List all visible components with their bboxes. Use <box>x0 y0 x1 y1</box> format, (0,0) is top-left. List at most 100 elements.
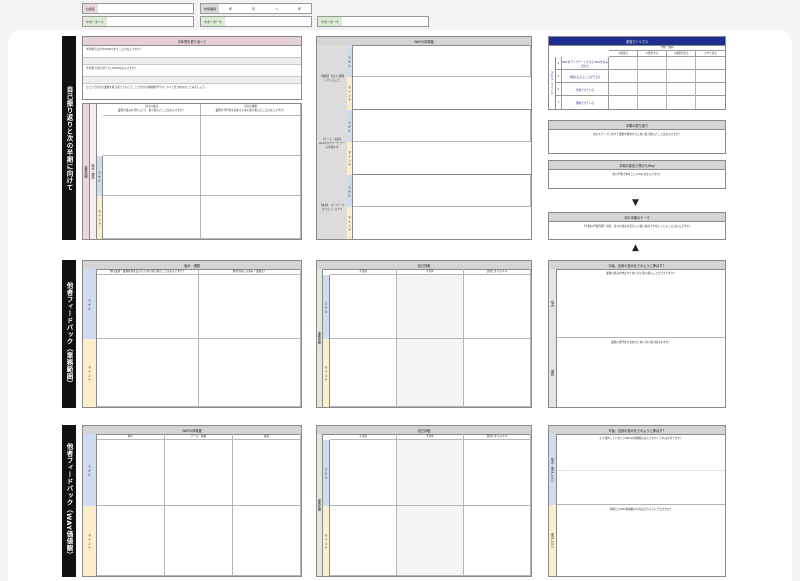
way-group-1: 【挑戦】 新たに挑戦していること <box>317 45 347 110</box>
matrix-row3-c4[interactable] <box>696 83 725 96</box>
next-theme-q[interactable]: 【半期の行動目標】今後、自分の強みを活かした取り組みで大切にしたいことはなんです… <box>549 222 725 230</box>
matrix-row1-c3[interactable] <box>667 57 696 70</box>
grown-way-box: 半期の成長で伸びたWay 次の半期で伸ばしたいWayはなんですか？ <box>548 160 726 189</box>
s2-strength-panel: 強み・課題 ス キ ル マ イ ン ド 他の業務・業務範囲を広げるために取り組む… <box>82 260 302 408</box>
s3-mid-cell-3[interactable] <box>464 440 531 506</box>
period-year: 年 <box>229 6 233 11</box>
way3-cell-skill[interactable] <box>353 175 531 207</box>
supporter3-field[interactable]: サポーター③ <box>317 16 429 27</box>
matrix-row1-text: WAYをアップデートできる WAYを生み出せる <box>562 57 609 70</box>
way3-cell-mind[interactable] <box>353 207 531 239</box>
period-label: 対象期間 <box>201 4 220 13</box>
grown-way-title: 半期の成長で伸びたWay <box>549 161 725 170</box>
way1-cell-mind[interactable] <box>353 77 531 110</box>
matrix-row3-c2[interactable] <box>638 83 667 96</box>
s3-mid-cell-1[interactable] <box>330 440 397 506</box>
s2-mid-cell-6[interactable] <box>464 339 531 407</box>
s3-cell-1[interactable] <box>97 440 165 506</box>
strength-cell-3[interactable] <box>103 156 201 196</box>
strength-cell-4[interactable] <box>201 156 301 196</box>
half-review-q[interactable]: 次のステップに向けて課題を解決するために取り組んだことはなんですか？ <box>549 130 725 138</box>
s3-future-q2[interactable]: 仲間とのWAY価値観の共有はどのようにできますか？ <box>557 505 725 576</box>
reflection-panel: 半年間を振り返って 半年間で自分がWOWされたことはなんですか？ 半年間で自分が… <box>82 36 302 100</box>
s3-way-panel: WAYの体現度 ス キ ル マ イ ン ド 個人 チーム・組織 進化 <box>82 425 302 577</box>
s2-mid-cell-3[interactable] <box>464 275 531 339</box>
s2-future-q2[interactable]: 業務の専門性を高めるために何に取り組みますか？ <box>557 338 725 407</box>
matrix-row1-c4[interactable] <box>696 57 725 70</box>
strength-col1-q: 業務の強みを活かしたり、取り組んだことはなんですか？ <box>117 109 186 112</box>
matrix-row2-c3[interactable] <box>667 70 696 83</box>
matrix-row3-c3[interactable] <box>667 83 696 96</box>
s2-cell-4[interactable] <box>199 339 301 407</box>
matrix-row3-text: 行動できている <box>562 83 609 96</box>
s2-cell-1[interactable] <box>97 275 199 339</box>
employee-name-label: 社員名 <box>83 4 99 13</box>
s2-mid-cell-2[interactable] <box>397 275 464 339</box>
s3-mid-cell-4[interactable] <box>330 506 397 576</box>
s2-cell-2[interactable] <box>199 275 301 339</box>
reflection-q3[interactable]: ひとりで自分の課題を振り返ってもらうことで自分の価値観や行いについて見つめなおし… <box>83 84 301 98</box>
s3-cell-3[interactable] <box>233 440 301 506</box>
strength-cell-2[interactable] <box>201 116 301 156</box>
s2-self-eval-panel: 自己評価 業務範囲 ス キ ル マ イ ン ド 不足感 不足年 目標とするスキル <box>316 260 532 408</box>
s2-vlabel-skill: ス キ ル <box>83 269 97 339</box>
s3-mid-vlabel-skill: ス キ ル <box>323 440 330 506</box>
period-field[interactable]: 対象期間 年 月 〜 年 <box>200 3 312 14</box>
s3-mid-cell-2[interactable] <box>397 440 464 506</box>
section-tab-feedback-business: 他者フィードバック（業務範囲） <box>62 260 76 408</box>
matrix-row3-c1[interactable] <box>609 83 638 96</box>
s2-mid-cell-4[interactable] <box>330 339 397 407</box>
s3-self-eval-panel: 自己評価 業務範囲 ス キ ル マ イ ン ド 不足感 不足年 目標とするスキル <box>316 425 532 577</box>
way-group-3: 【進化】 スーパー プロフェッショナル <box>317 175 347 239</box>
matrix-row2-c1[interactable] <box>609 70 638 83</box>
way2-cell-mind[interactable] <box>353 142 531 175</box>
employee-name-field[interactable]: 社員名 <box>82 3 194 14</box>
half-review-title: 半期の振り返り <box>549 121 725 130</box>
s3-cell-4[interactable] <box>97 506 165 576</box>
strength-vlabel-main: 業務範囲 <box>83 104 90 239</box>
s3-mid-cell-6[interactable] <box>464 506 531 576</box>
s2-mid-cell-5[interactable] <box>397 339 464 407</box>
way2-cell-skill[interactable] <box>353 110 531 142</box>
matrix-row4-c4[interactable] <box>696 96 725 109</box>
s3-cell-5[interactable] <box>165 506 233 576</box>
strength-cell-1[interactable] <box>103 116 201 156</box>
matrix-row4-c3[interactable] <box>667 96 696 109</box>
next-theme-box: 次の半期のテーマ 【半期の行動目標】今後、自分の強みを活かした取り組みで大切にし… <box>548 212 726 240</box>
s2-mid-vlabel-mind: マ イ ン ド <box>323 339 330 407</box>
matrix-row2-c2[interactable] <box>638 70 667 83</box>
half-review-box: 半期の振り返り 次のステップに向けて課題を解決するために取り組んだことはなんです… <box>548 120 726 154</box>
s2-future-vl2: 課題 <box>549 338 557 407</box>
s2-cell-3[interactable] <box>97 339 199 407</box>
s2-future-q1[interactable]: 業務の強みを伸ばすために何に取り組むことができますか？ <box>557 269 725 338</box>
s3-future-vl1: 強み・伸ばしたい <box>549 434 557 505</box>
s3-cell-2[interactable] <box>165 440 233 506</box>
s3-future-panel: 今後、自身の強みをどのように伸ばす？ 強み・伸ばしたい 伸ばしたい より強化して… <box>548 425 726 577</box>
s3-mid-cell-5[interactable] <box>397 506 464 576</box>
strength-cell-5[interactable] <box>103 196 201 239</box>
next-theme-title: 次の半期のテーマ <box>549 213 725 222</box>
matrix-row1-c1[interactable] <box>609 57 638 70</box>
matrix-row4-text: 理解できている <box>562 96 609 109</box>
supporter1-field[interactable]: サポーター① <box>82 16 194 27</box>
strength-panel: 業務範囲 強み・課題 ス キ ル マ イ ン ド 自分の強み 業務の強みを活かし… <box>82 103 302 240</box>
s2-future-panel: 今後、自身の強みをどのように伸ばす？ 強み 課題 業務の強みを伸ばすために何に取… <box>548 260 726 408</box>
arrow-up-icon: ▲ <box>632 243 639 253</box>
reflection-q1[interactable]: 半年間で自分がWOWされたことはなんですか？ <box>83 46 301 58</box>
way1-cell-skill[interactable] <box>353 45 531 77</box>
reflection-q2[interactable]: 半年間で自分が行ったWOWはなんですか？ <box>83 65 301 77</box>
s3-cell-6[interactable] <box>233 506 301 576</box>
matrix-row1-c2[interactable] <box>638 57 667 70</box>
supporter1-label: サポーター① <box>83 17 107 26</box>
grown-way-q[interactable]: 次の半期で伸ばしたいWayはなんですか？ <box>549 170 725 178</box>
strength-cell-6[interactable] <box>201 196 301 239</box>
way-panel: WAYの体現度 【挑戦】 新たに挑戦していること ス キ ル マ イ ン ド 【… <box>316 36 532 240</box>
matrix-row4-c2[interactable] <box>638 96 667 109</box>
supporter2-field[interactable]: サポーター② <box>200 16 312 27</box>
period-sep: 〜 <box>274 6 278 11</box>
matrix-row4-c1[interactable] <box>609 96 638 109</box>
supporter2-label: サポーター② <box>201 17 225 26</box>
matrix-row2-c4[interactable] <box>696 70 725 83</box>
period-year2: 年 <box>297 6 301 11</box>
s2-mid-cell-1[interactable] <box>330 275 397 339</box>
